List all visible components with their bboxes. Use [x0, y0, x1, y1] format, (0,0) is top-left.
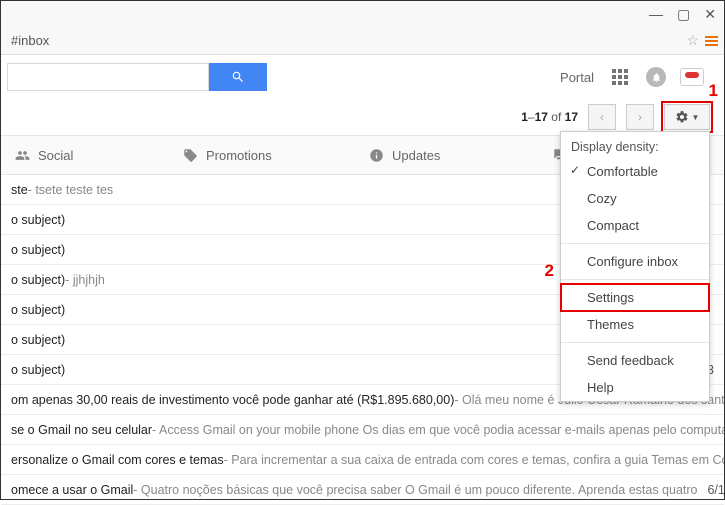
menu-divider — [561, 342, 709, 343]
search-icon — [231, 70, 245, 84]
message-row[interactable]: se o Gmail no seu celular - Access Gmail… — [1, 415, 724, 445]
address-bar: #inbox ☆ — [1, 27, 724, 55]
people-icon — [15, 148, 30, 163]
menu-settings[interactable]: Settings — [561, 284, 709, 311]
search-input[interactable] — [7, 63, 209, 91]
message-row[interactable]: omece a usar o Gmail - Quatro noções bás… — [1, 475, 724, 505]
menu-cozy[interactable]: Cozy — [561, 185, 709, 212]
browser-menu-icon[interactable] — [705, 36, 718, 46]
dropdown-caret-icon: ▼ — [692, 113, 700, 122]
menu-comfortable[interactable]: Comfortable — [561, 158, 709, 185]
search-button[interactable] — [209, 63, 267, 91]
info-icon — [369, 148, 384, 163]
minimize-button[interactable]: — — [649, 6, 663, 22]
annotation-1: 1 — [709, 81, 718, 101]
menu-header: Display density: — [561, 132, 709, 158]
tag-icon — [183, 148, 198, 163]
pagination-row: 1–17 of 17 ‹ › ▼ — [1, 99, 724, 135]
maximize-button[interactable]: ▢ — [677, 6, 690, 23]
menu-divider — [561, 243, 709, 244]
close-button[interactable]: ✕ — [704, 6, 716, 23]
pagination-text: 1–17 of 17 — [521, 110, 578, 124]
window-titlebar: — ▢ ✕ — [1, 1, 724, 27]
portal-link[interactable]: Portal — [560, 70, 594, 85]
menu-divider — [561, 279, 709, 280]
gear-icon — [675, 110, 689, 124]
notifications-icon[interactable] — [646, 67, 666, 87]
message-row[interactable]: ersonalize o Gmail com cores e temas - P… — [1, 445, 724, 475]
annotation-2: 2 — [545, 261, 554, 281]
tab-social[interactable]: Social — [1, 136, 169, 174]
menu-help[interactable]: Help — [561, 374, 709, 401]
menu-themes[interactable]: Themes — [561, 311, 709, 338]
apps-grid-icon[interactable] — [612, 69, 628, 85]
account-avatar[interactable] — [680, 68, 704, 86]
bookmark-star-icon[interactable]: ☆ — [686, 32, 699, 49]
app-toolbar: Portal — [1, 55, 724, 99]
prev-page-button[interactable]: ‹ — [588, 104, 616, 130]
menu-configure-inbox[interactable]: Configure inbox — [561, 248, 709, 275]
tab-updates[interactable]: Updates — [355, 136, 539, 174]
menu-compact[interactable]: Compact — [561, 212, 709, 239]
settings-menu: Display density: Comfortable Cozy Compac… — [560, 131, 710, 402]
next-page-button[interactable]: › — [626, 104, 654, 130]
settings-gear-button[interactable]: ▼ — [664, 104, 710, 130]
url-text[interactable]: #inbox — [7, 33, 680, 48]
tab-promotions[interactable]: Promotions — [169, 136, 355, 174]
menu-feedback[interactable]: Send feedback — [561, 347, 709, 374]
